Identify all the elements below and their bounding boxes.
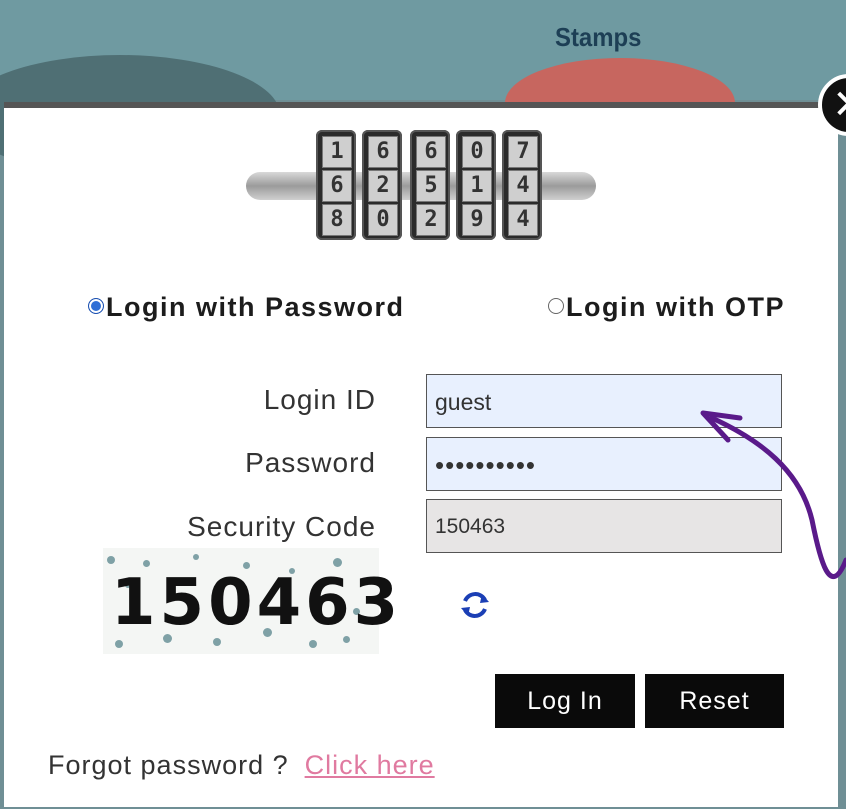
annotation-arrow [700,410,846,579]
